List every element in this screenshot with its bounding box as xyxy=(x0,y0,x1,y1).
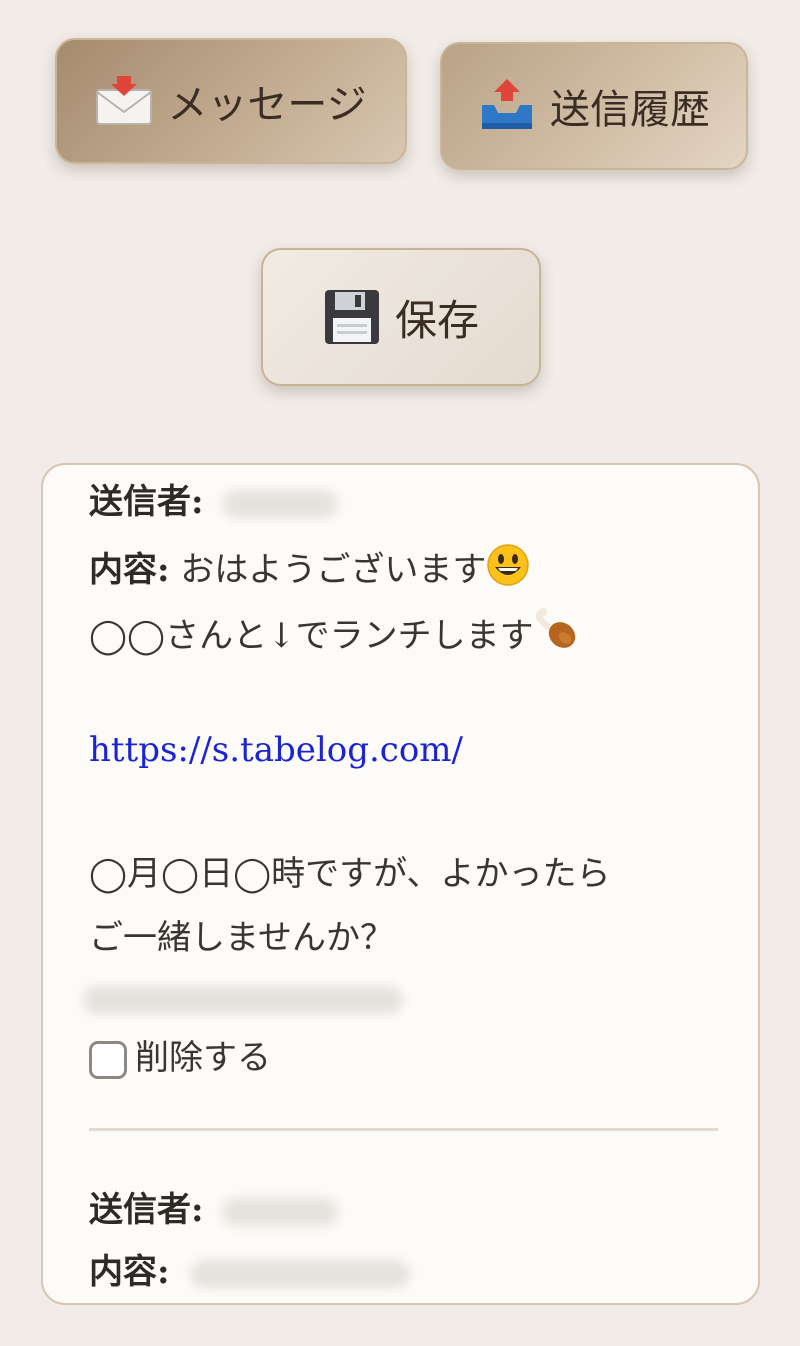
sender-label: 送信者: xyxy=(89,482,204,522)
sent-history-button[interactable]: 送信履歴 xyxy=(440,42,748,170)
save-button[interactable]: 保存 xyxy=(261,248,541,386)
content-label: 内容: xyxy=(89,1252,170,1292)
message-1-content-row: 内容: おはようございます xyxy=(89,543,530,597)
message-2-sender-row: 送信者: xyxy=(89,1189,339,1231)
floppy-disk-icon xyxy=(323,288,381,346)
delete-checkbox[interactable] xyxy=(89,1041,127,1079)
grinning-face-icon xyxy=(486,543,530,597)
message-list-panel: 送信者: 内容: おはようございます ◯◯さんと↓でランチします https:/… xyxy=(41,463,760,1305)
sent-history-button-label: 送信履歴 xyxy=(550,87,710,133)
content-line-4: ご一緒しませんか？ xyxy=(89,918,394,958)
outbox-tray-icon xyxy=(478,79,536,133)
message-divider xyxy=(89,1128,718,1131)
incoming-envelope-icon xyxy=(95,76,153,126)
message-link[interactable]: https://s.tabelog.com/ xyxy=(89,730,463,770)
messages-button-label: メッセージ xyxy=(167,82,367,128)
sender-name-redacted xyxy=(222,1198,339,1226)
message-1-sender-row: 送信者: xyxy=(89,481,339,523)
content-line-3: ◯月◯日◯時ですが、よかったら xyxy=(89,854,611,894)
delete-label: 削除する xyxy=(135,1038,271,1078)
message-1-timestamp-redacted-row xyxy=(83,977,403,1019)
poultry-leg-icon xyxy=(534,607,580,663)
message-2-content-row: 内容: xyxy=(89,1251,411,1293)
sender-name-redacted xyxy=(222,490,339,518)
delete-option[interactable]: 削除する xyxy=(89,1037,271,1079)
save-button-label: 保存 xyxy=(394,295,479,345)
sender-label: 送信者: xyxy=(89,1190,204,1230)
timestamp-redacted xyxy=(83,986,403,1014)
content-label: 内容: xyxy=(89,550,170,590)
message-1-content-line-2: ◯◯さんと↓でランチします xyxy=(89,607,580,663)
content-line-1: おはようございます xyxy=(180,550,487,590)
content-redacted xyxy=(190,1260,411,1288)
message-1-link-row: https://s.tabelog.com/ xyxy=(89,729,463,771)
messages-button[interactable]: メッセージ xyxy=(55,38,407,164)
content-line-2: ◯◯さんと↓でランチします xyxy=(89,616,534,656)
